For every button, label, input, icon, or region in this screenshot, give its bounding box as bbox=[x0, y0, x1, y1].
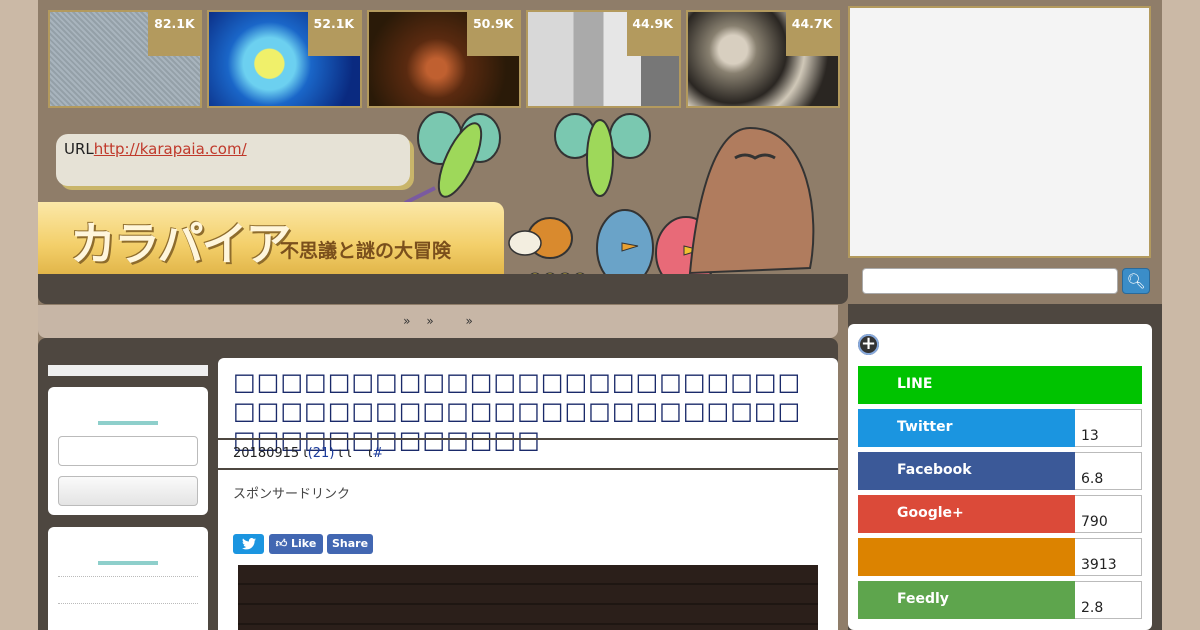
breadcrumb-nav: » » » bbox=[38, 305, 838, 338]
widget-heading-bar bbox=[98, 421, 158, 425]
header-divider bbox=[38, 274, 848, 304]
bookmark-share-count: 3913 bbox=[1075, 538, 1142, 576]
share-panel: + LINE Twitter 13 Facebook 6.8 Google+ 7… bbox=[848, 324, 1152, 630]
twitter-share-count: 13 bbox=[1075, 409, 1142, 447]
facebook-share-count: 6.8 bbox=[1075, 452, 1142, 490]
brown-bird-mascot bbox=[508, 217, 573, 259]
permalink-hash[interactable]: # bbox=[372, 446, 383, 461]
article-meta: 20180915 ι(21) ι ι ι# bbox=[218, 438, 838, 470]
site-tagline: 不思議と謎の大冒険 bbox=[280, 240, 452, 262]
widget-heading-bar bbox=[98, 561, 158, 565]
popular-thumbnails: 82.1K 52.1K 50.9K 44.9K 44.7K bbox=[48, 10, 841, 108]
share-row-facebook: Facebook 6.8 bbox=[858, 452, 1142, 490]
share-row-hatena: 3913 bbox=[858, 538, 1142, 576]
url-box: URLhttp://karapaia.com/ bbox=[56, 134, 410, 186]
meta-separator: ι ι bbox=[338, 446, 352, 461]
butterfly-mascot-center bbox=[554, 113, 651, 197]
thumbnail-4[interactable]: 44.9K bbox=[526, 10, 681, 108]
site-url-link[interactable]: http://karapaia.com/ bbox=[94, 140, 247, 158]
search-icon: 🔍︎ bbox=[1126, 272, 1146, 290]
sidebar-search-button[interactable] bbox=[58, 476, 198, 506]
sponsored-link-label: スポンサードリンク bbox=[233, 487, 351, 502]
view-count: 50.9K bbox=[467, 12, 520, 56]
share-row-line: LINE bbox=[858, 366, 1142, 404]
thumbnail-2[interactable]: 52.1K bbox=[207, 10, 362, 108]
view-count: 44.7K bbox=[786, 12, 839, 56]
search-bar: 🔍︎ bbox=[848, 260, 1151, 304]
share-row-googleplus: Google+ 790 bbox=[858, 495, 1142, 533]
feedly-share-count: 2.8 bbox=[1075, 581, 1142, 619]
facebook-share-button[interactable]: Facebook bbox=[858, 452, 1075, 490]
article-date: 20180915 bbox=[233, 446, 300, 461]
googleplus-share-count: 790 bbox=[1075, 495, 1142, 533]
thumbnail-5[interactable]: 44.7K bbox=[685, 10, 841, 108]
line-share-button[interactable]: LINE bbox=[858, 366, 1142, 404]
tweet-button[interactable] bbox=[233, 534, 264, 554]
share-row-feedly: Feedly 2.8 bbox=[858, 581, 1142, 619]
ad-banner[interactable] bbox=[848, 6, 1151, 258]
site-logo-banner[interactable]: カラパイア 不思議と謎の大冒険 bbox=[38, 202, 504, 274]
search-input[interactable] bbox=[862, 268, 1118, 294]
sidebar-list-widget bbox=[48, 527, 208, 630]
article: □□□□□□□□□□□□□□□□□□□□□□□□□□□□□□□□□□□□□□□□… bbox=[218, 358, 838, 630]
left-sidebar-header bbox=[48, 365, 208, 376]
nav-item[interactable]: » bbox=[426, 314, 433, 328]
list-divider bbox=[58, 603, 198, 604]
share-row-twitter: Twitter 13 bbox=[858, 409, 1142, 447]
search-button[interactable]: 🔍︎ bbox=[1122, 268, 1150, 294]
plus-icon[interactable]: + bbox=[858, 334, 879, 355]
bookmark-share-button[interactable] bbox=[858, 538, 1075, 576]
article-hero-image bbox=[238, 565, 818, 630]
view-count: 52.1K bbox=[307, 12, 360, 56]
brown-blob-mascot bbox=[688, 126, 815, 275]
nav-item[interactable]: » bbox=[466, 314, 473, 328]
twitter-share-button[interactable]: Twitter bbox=[858, 409, 1075, 447]
nav-item[interactable]: » bbox=[403, 314, 410, 328]
sidebar-search-widget bbox=[48, 387, 208, 515]
thumbnail-1[interactable]: 82.1K bbox=[48, 10, 203, 108]
twitter-bird-icon bbox=[241, 538, 256, 550]
feedly-share-button[interactable]: Feedly bbox=[858, 581, 1075, 619]
view-count: 82.1K bbox=[148, 12, 201, 56]
site-logo: カラパイア bbox=[70, 217, 292, 271]
like-label: Like bbox=[291, 537, 317, 550]
thumbs-up-icon: 👍︎ bbox=[275, 537, 288, 550]
thumbnail-3[interactable]: 50.9K bbox=[366, 10, 522, 108]
googleplus-share-button[interactable]: Google+ bbox=[858, 495, 1075, 533]
comment-count-link[interactable]: (21) bbox=[308, 446, 335, 461]
view-count: 44.9K bbox=[626, 12, 679, 56]
butterfly-mascot-left bbox=[404, 111, 501, 205]
list-divider bbox=[58, 576, 198, 577]
facebook-like-button[interactable]: 👍︎ Like bbox=[269, 534, 323, 554]
url-prefix: URL bbox=[64, 140, 94, 158]
sidebar-search-input[interactable] bbox=[58, 436, 198, 466]
facebook-share-small-button[interactable]: Share bbox=[327, 534, 373, 554]
